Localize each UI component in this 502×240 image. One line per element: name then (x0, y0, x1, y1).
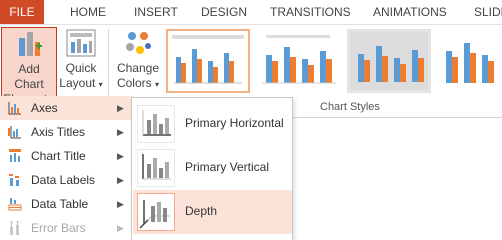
change-colors-label-2: Colors (116, 76, 152, 90)
chart-style-thumbnail-2[interactable] (256, 29, 340, 93)
menu-item-label: Axis Titles (31, 125, 86, 139)
menu-item-label: Chart Title (31, 149, 86, 163)
quick-layout-icon (66, 29, 96, 57)
add-chart-element-button[interactable]: Add Chart Element ▾ (1, 27, 57, 106)
tab-transitions[interactable]: TRANSITIONS (270, 0, 351, 24)
chart-title-icon (9, 149, 21, 162)
axes-submenu: Primary Horizontal Primary Vertical Dept… (131, 97, 293, 240)
menu-item-label: Data Table (31, 197, 89, 211)
data-labels-icon (9, 174, 19, 186)
ribbon-tab-bar: FILE HOME INSERT DESIGN TRANSITIONS ANIM… (0, 0, 502, 24)
submenu-arrow-icon: ▶ (117, 175, 124, 185)
primary-vertical-axis-icon-box (137, 149, 175, 187)
submenu-arrow-icon: ▶ (117, 223, 124, 233)
change-colors-label-1: Change (116, 61, 160, 75)
chart-style-3-preview-icon (350, 32, 428, 90)
dropdown-arrow-icon: ▾ (155, 80, 160, 89)
chart-style-thumbnail-3[interactable] (347, 29, 431, 93)
depth-axis-icon (139, 200, 170, 229)
axes-icon (8, 102, 21, 115)
tab-design[interactable]: DESIGN (201, 0, 247, 24)
menu-item-data-table[interactable]: Data Table ▶ (0, 192, 134, 216)
error-bars-icon (10, 221, 19, 235)
axis-titles-icon (8, 126, 21, 139)
menu-item-axes[interactable]: Axes ▶ (0, 96, 134, 120)
submenu-item-depth[interactable]: Depth (133, 190, 292, 234)
submenu-item-primary-vertical[interactable]: Primary Vertical (133, 146, 292, 190)
menu-item-data-labels[interactable]: Data Labels ▶ (0, 168, 134, 192)
add-chart-element-label-1: Add Chart (14, 62, 44, 91)
submenu-item-label: Primary Vertical (185, 160, 270, 174)
submenu-item-primary-horizontal[interactable]: Primary Horizontal (133, 102, 292, 146)
quick-layout-label-1: Quick (65, 61, 97, 75)
tab-slide-show[interactable]: SLIDE (474, 0, 502, 24)
menu-item-label: Error Bars (31, 221, 86, 235)
add-chart-element-icon (19, 32, 42, 56)
change-colors-button[interactable]: Change Colors ▾ (114, 27, 162, 99)
tab-animations[interactable]: ANIMATIONS (373, 0, 447, 24)
chart-style-thumbnail-1[interactable] (166, 29, 250, 93)
tab-home[interactable]: HOME (70, 0, 106, 24)
dropdown-arrow-icon: ▾ (98, 80, 103, 89)
menu-item-error-bars: Error Bars ▶ (0, 216, 134, 240)
submenu-arrow-icon: ▶ (117, 151, 124, 161)
tab-file[interactable]: FILE (0, 0, 44, 24)
quick-layout-label-2: Layout (59, 76, 96, 90)
submenu-item-label: Primary Horizontal (185, 116, 284, 130)
primary-vertical-axis-icon (142, 154, 171, 180)
chart-style-1-preview-icon (172, 35, 244, 84)
submenu-item-label: Depth (185, 204, 218, 218)
menu-item-axis-titles[interactable]: Axis Titles ▶ (0, 120, 134, 144)
add-chart-element-menu: Axes ▶ Axis Titles ▶ Chart Title ▶ Data … (0, 96, 134, 240)
ribbon-separator (108, 29, 109, 103)
quick-layout-button[interactable]: Quick Layout ▾ (59, 27, 103, 99)
primary-horizontal-axis-icon-box (137, 105, 175, 143)
chart-style-4-preview-icon (446, 43, 494, 83)
menu-item-chart-title[interactable]: Chart Title ▶ (0, 144, 134, 168)
data-table-icon (8, 198, 22, 211)
menu-item-label: Data Labels (31, 173, 96, 187)
chart-style-2-preview-icon (262, 35, 336, 84)
primary-horizontal-axis-icon (142, 110, 171, 136)
depth-axis-icon-box (137, 193, 175, 231)
submenu-arrow-icon: ▶ (117, 103, 124, 113)
submenu-arrow-icon: ▶ (117, 199, 124, 209)
submenu-arrow-icon: ▶ (117, 127, 124, 137)
change-colors-icon (126, 32, 151, 54)
chart-styles-group-label: Chart Styles (320, 101, 380, 113)
menu-item-label: Axes (31, 101, 58, 115)
chart-style-thumbnail-4[interactable] (440, 29, 502, 93)
tab-insert[interactable]: INSERT (134, 0, 178, 24)
